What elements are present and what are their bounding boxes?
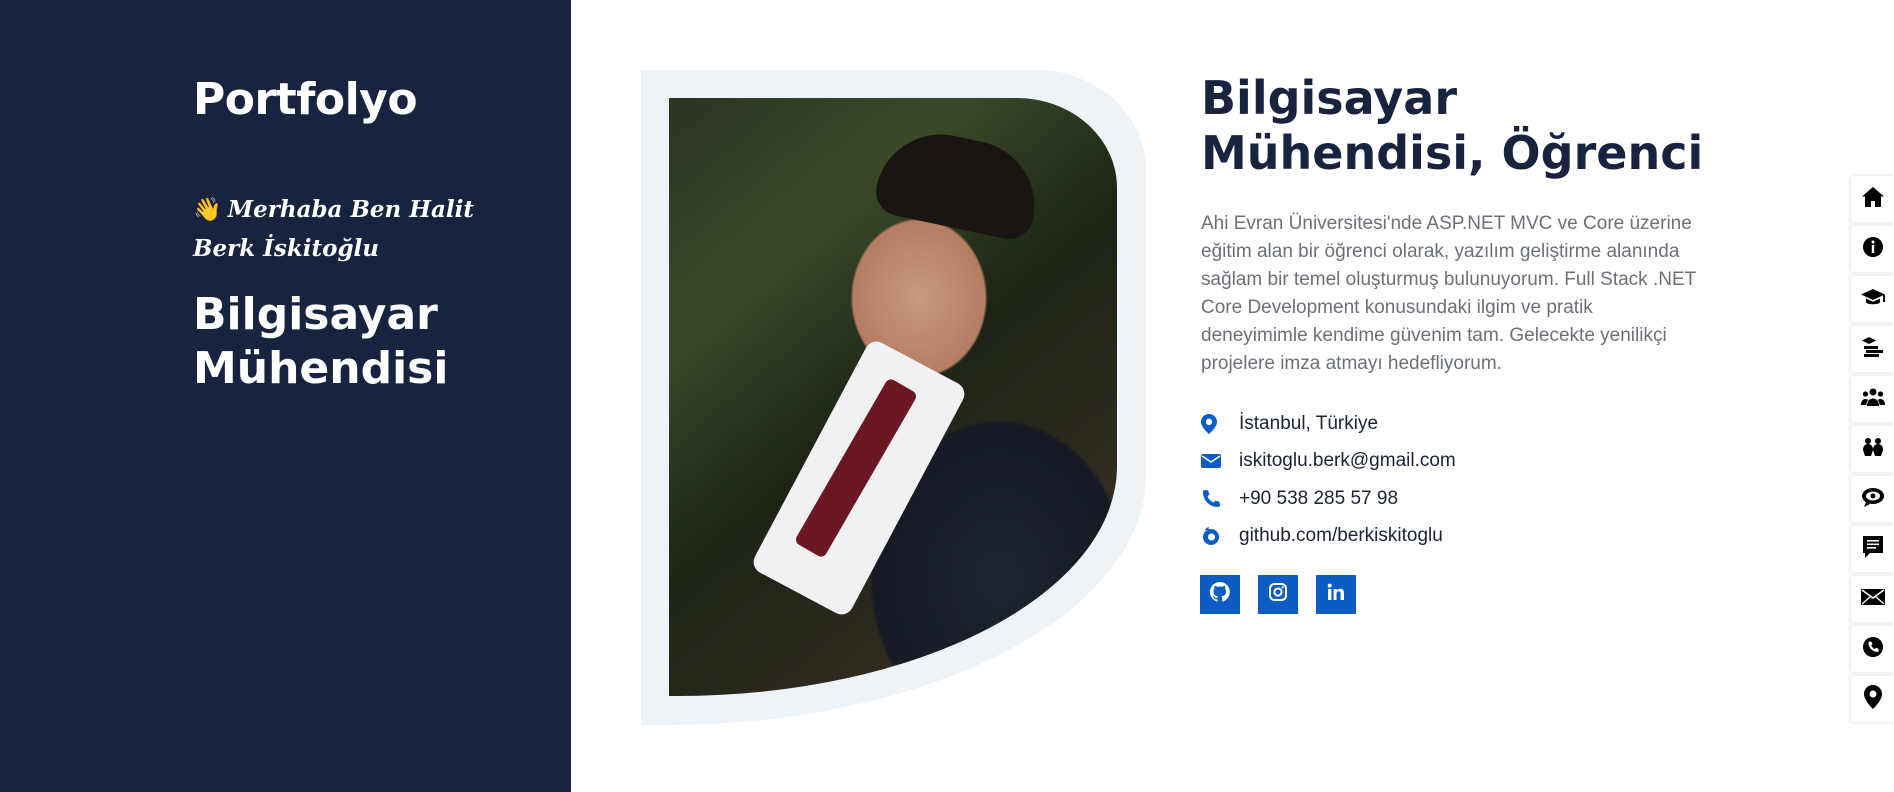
home-icon — [1861, 186, 1885, 213]
headline: Bilgisayar Mühendisi, Öğrenci — [1201, 71, 1704, 180]
nav-location[interactable] — [1851, 676, 1894, 722]
photo-hair — [871, 122, 1047, 244]
contact-location: İstanbul, Türkiye — [1201, 405, 1456, 443]
firefox-icon — [1201, 526, 1239, 546]
nav-skills[interactable] — [1851, 476, 1894, 522]
description: Ahi Evran Üniversitesi'nde ASP.NET MVC v… — [1201, 213, 1696, 374]
nav-home[interactable] — [1851, 176, 1894, 222]
instagram-icon — [1269, 583, 1287, 606]
email-text[interactable]: iskitoglu.berk@gmail.com — [1239, 450, 1456, 472]
info-icon — [1862, 236, 1884, 263]
map-pin-icon — [1201, 413, 1239, 434]
linkedin-icon — [1327, 583, 1345, 606]
contact-website[interactable]: github.com/berkiskitoglu — [1201, 518, 1456, 556]
nav-phone[interactable] — [1851, 626, 1894, 672]
nav-team[interactable] — [1851, 376, 1894, 422]
nav-contact[interactable] — [1851, 576, 1894, 622]
instagram-button[interactable] — [1258, 575, 1298, 614]
contact-phone[interactable]: +90 538 285 57 98 — [1201, 480, 1456, 518]
location-icon — [1863, 684, 1882, 714]
github-icon — [1209, 581, 1230, 607]
envelope-icon — [1201, 453, 1239, 469]
nav-about[interactable] — [1851, 226, 1894, 272]
mail-icon — [1860, 588, 1885, 611]
people-icon — [1861, 437, 1885, 462]
right-nav — [1851, 176, 1894, 726]
greeting: 👋 Merhaba Ben Halit Berk İskitoğlu — [193, 190, 503, 268]
portfolio-icon — [1862, 535, 1884, 564]
nav-education[interactable] — [1851, 276, 1894, 322]
github-button[interactable] — [1200, 575, 1240, 614]
role-title: Bilgisayar Mühendisi — [193, 289, 449, 394]
phone-text[interactable]: +90 538 285 57 98 — [1239, 488, 1398, 510]
team-icon — [1860, 387, 1885, 412]
chat-icon — [1861, 487, 1885, 512]
nav-references[interactable] — [1851, 426, 1894, 472]
brand-title: Portfolyo — [193, 74, 418, 125]
education-icon — [1861, 336, 1885, 363]
location-text: İstanbul, Türkiye — [1239, 412, 1379, 434]
website-text[interactable]: github.com/berkiskitoglu — [1239, 525, 1443, 547]
contact-list: İstanbul, Türkiye iskitoglu.berk@gmail.c… — [1201, 405, 1456, 555]
waving-hand-icon: 👋 — [193, 196, 222, 223]
nav-courses[interactable] — [1851, 326, 1894, 372]
nav-portfolio[interactable] — [1851, 526, 1894, 572]
graduation-cap-icon — [1860, 287, 1885, 312]
phone-icon — [1201, 489, 1239, 509]
greeting-text: Merhaba Ben Halit Berk İskitoğlu — [193, 196, 475, 262]
phone-icon — [1862, 636, 1884, 663]
linkedin-button[interactable] — [1316, 575, 1356, 614]
contact-email[interactable]: iskitoglu.berk@gmail.com — [1201, 443, 1456, 481]
social-links — [1200, 575, 1356, 614]
sidebar: Portfolyo 👋 Merhaba Ben Halit Berk İskito… — [0, 0, 571, 792]
